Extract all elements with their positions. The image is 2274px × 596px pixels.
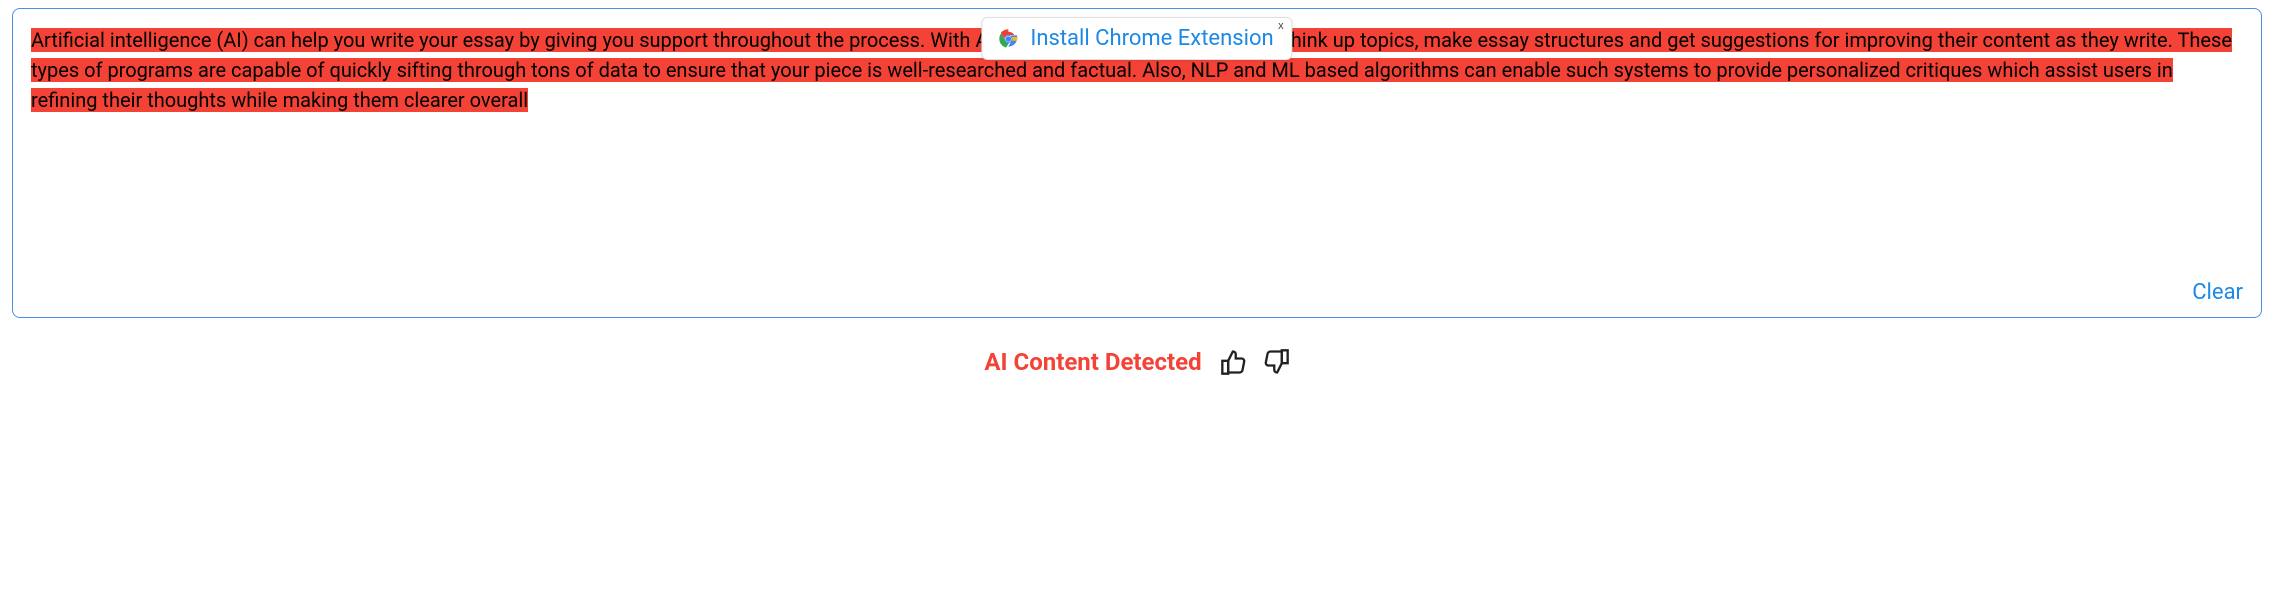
feedback-icons [1220, 348, 1290, 376]
thumbs-down-icon[interactable] [1262, 348, 1290, 376]
extension-prompt-label: Install Chrome Extension [1030, 26, 1273, 51]
chrome-icon [996, 27, 1020, 51]
analyzed-text-area[interactable]: Artificial intelligence (AI) can help yo… [31, 25, 2243, 272]
detection-result-row: AI Content Detected [0, 348, 2274, 386]
chrome-extension-prompt[interactable]: Install Chrome Extension x [981, 17, 1292, 60]
clear-row: Clear [31, 272, 2243, 305]
thumbs-up-icon[interactable] [1220, 348, 1248, 376]
detection-status-label: AI Content Detected [984, 348, 1201, 376]
clear-button[interactable]: Clear [2192, 280, 2243, 305]
text-input-panel: Install Chrome Extension x Artificial in… [12, 8, 2262, 318]
close-icon[interactable]: x [1278, 20, 1284, 32]
